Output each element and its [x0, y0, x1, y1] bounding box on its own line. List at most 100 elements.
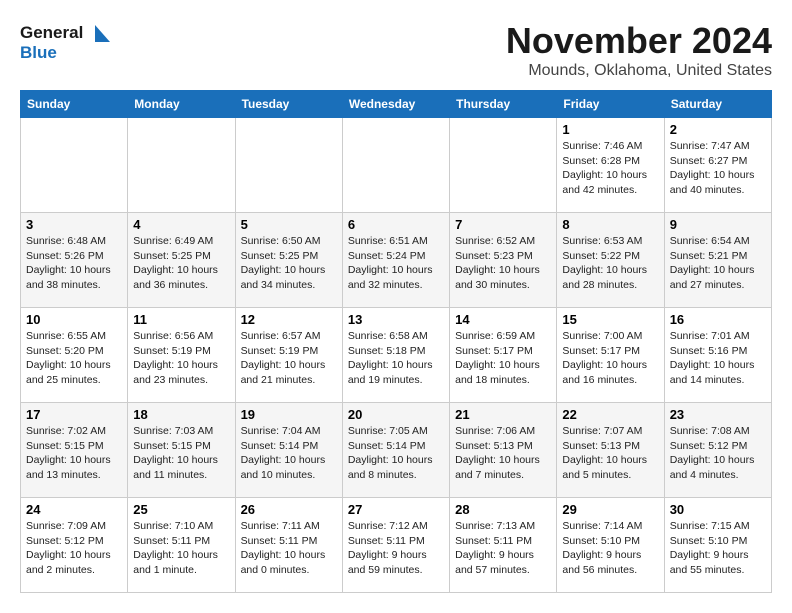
- day-number: 10: [26, 312, 122, 327]
- calendar-cell: 20 Sunrise: 7:05 AM Sunset: 5:14 PM Dayli…: [342, 403, 449, 498]
- day-info: Sunrise: 7:07 AM Sunset: 5:13 PM Dayligh…: [562, 424, 658, 483]
- calendar-cell: 13 Sunrise: 6:58 AM Sunset: 5:18 PM Dayli…: [342, 308, 449, 403]
- logo: GeneralBlue: [20, 20, 120, 64]
- calendar-cell: 11 Sunrise: 6:56 AM Sunset: 5:19 PM Dayli…: [128, 308, 235, 403]
- calendar-cell: 17Sunrise: 7:02 AM Sunset: 5:15 PM Dayli…: [21, 403, 128, 498]
- day-info: Sunrise: 7:15 AM Sunset: 5:10 PM Dayligh…: [670, 519, 766, 578]
- day-info: Sunrise: 7:09 AM Sunset: 5:12 PM Dayligh…: [26, 519, 122, 578]
- calendar-cell: 5 Sunrise: 6:50 AM Sunset: 5:25 PM Daylig…: [235, 213, 342, 308]
- day-number: 8: [562, 217, 658, 232]
- day-info: Sunrise: 6:51 AM Sunset: 5:24 PM Dayligh…: [348, 234, 444, 293]
- calendar-cell: 18Sunrise: 7:03 AM Sunset: 5:15 PM Dayli…: [128, 403, 235, 498]
- day-number: 6: [348, 217, 444, 232]
- day-number: 14: [455, 312, 551, 327]
- day-number: 19: [241, 407, 337, 422]
- day-number: 21: [455, 407, 551, 422]
- week-row-1: 1Sunrise: 7:46 AM Sunset: 6:28 PM Daylig…: [21, 118, 772, 213]
- calendar-cell: 19 Sunrise: 7:04 AM Sunset: 5:14 PM Dayli…: [235, 403, 342, 498]
- day-number: 4: [133, 217, 229, 232]
- day-number: 1: [562, 122, 658, 137]
- day-info: Sunrise: 6:57 AM Sunset: 5:19 PM Dayligh…: [241, 329, 337, 388]
- calendar-cell: 16 Sunrise: 7:01 AM Sunset: 5:16 PM Dayli…: [664, 308, 771, 403]
- calendar-cell: 7Sunrise: 6:52 AM Sunset: 5:23 PM Daylig…: [450, 213, 557, 308]
- calendar-cell: 24 Sunrise: 7:09 AM Sunset: 5:12 PM Dayli…: [21, 498, 128, 593]
- header: GeneralBlue November 2024 Mounds, Oklaho…: [20, 20, 772, 80]
- day-number: 29: [562, 502, 658, 517]
- calendar-cell: 23 Sunrise: 7:08 AM Sunset: 5:12 PM Dayli…: [664, 403, 771, 498]
- day-info: Sunrise: 6:55 AM Sunset: 5:20 PM Dayligh…: [26, 329, 122, 388]
- day-header-saturday: Saturday: [664, 91, 771, 118]
- calendar-cell: 26 Sunrise: 7:11 AM Sunset: 5:11 PM Dayli…: [235, 498, 342, 593]
- week-row-4: 17Sunrise: 7:02 AM Sunset: 5:15 PM Dayli…: [21, 403, 772, 498]
- day-info: Sunrise: 7:01 AM Sunset: 5:16 PM Dayligh…: [670, 329, 766, 388]
- calendar-table: SundayMondayTuesdayWednesdayThursdayFrid…: [20, 90, 772, 593]
- calendar-cell: 25 Sunrise: 7:10 AM Sunset: 5:11 PM Dayli…: [128, 498, 235, 593]
- day-number: 5: [241, 217, 337, 232]
- calendar-cell: [128, 118, 235, 213]
- logo-svg: GeneralBlue: [20, 20, 120, 64]
- day-info: Sunrise: 7:12 AM Sunset: 5:11 PM Dayligh…: [348, 519, 444, 578]
- calendar-cell: 30 Sunrise: 7:15 AM Sunset: 5:10 PM Dayli…: [664, 498, 771, 593]
- day-number: 24: [26, 502, 122, 517]
- day-number: 2: [670, 122, 766, 137]
- day-number: 25: [133, 502, 229, 517]
- day-header-sunday: Sunday: [21, 91, 128, 118]
- day-number: 11: [133, 312, 229, 327]
- day-header-friday: Friday: [557, 91, 664, 118]
- calendar-cell: 2 Sunrise: 7:47 AM Sunset: 6:27 PM Daylig…: [664, 118, 771, 213]
- day-info: Sunrise: 7:47 AM Sunset: 6:27 PM Dayligh…: [670, 139, 766, 198]
- calendar-cell: 14 Sunrise: 6:59 AM Sunset: 5:17 PM Dayli…: [450, 308, 557, 403]
- calendar-cell: 3 Sunrise: 6:48 AM Sunset: 5:26 PM Daylig…: [21, 213, 128, 308]
- calendar-cell: [21, 118, 128, 213]
- week-row-5: 24 Sunrise: 7:09 AM Sunset: 5:12 PM Dayli…: [21, 498, 772, 593]
- day-info: Sunrise: 7:10 AM Sunset: 5:11 PM Dayligh…: [133, 519, 229, 578]
- day-header-monday: Monday: [128, 91, 235, 118]
- day-header-wednesday: Wednesday: [342, 91, 449, 118]
- day-info: Sunrise: 7:04 AM Sunset: 5:14 PM Dayligh…: [241, 424, 337, 483]
- day-number: 30: [670, 502, 766, 517]
- calendar-cell: 4 Sunrise: 6:49 AM Sunset: 5:25 PM Daylig…: [128, 213, 235, 308]
- calendar-cell: 29Sunrise: 7:14 AM Sunset: 5:10 PM Dayli…: [557, 498, 664, 593]
- day-number: 13: [348, 312, 444, 327]
- day-info: Sunrise: 6:49 AM Sunset: 5:25 PM Dayligh…: [133, 234, 229, 293]
- day-number: 22: [562, 407, 658, 422]
- day-header-tuesday: Tuesday: [235, 91, 342, 118]
- day-info: Sunrise: 7:00 AM Sunset: 5:17 PM Dayligh…: [562, 329, 658, 388]
- calendar-cell: 9 Sunrise: 6:54 AM Sunset: 5:21 PM Daylig…: [664, 213, 771, 308]
- calendar-cell: 21 Sunrise: 7:06 AM Sunset: 5:13 PM Dayli…: [450, 403, 557, 498]
- calendar-cell: [235, 118, 342, 213]
- day-info: Sunrise: 6:58 AM Sunset: 5:18 PM Dayligh…: [348, 329, 444, 388]
- day-info: Sunrise: 7:06 AM Sunset: 5:13 PM Dayligh…: [455, 424, 551, 483]
- day-number: 15: [562, 312, 658, 327]
- calendar-cell: 28Sunrise: 7:13 AM Sunset: 5:11 PM Dayli…: [450, 498, 557, 593]
- calendar-cell: 8Sunrise: 6:53 AM Sunset: 5:22 PM Daylig…: [557, 213, 664, 308]
- svg-text:Blue: Blue: [20, 43, 57, 62]
- calendar-cell: 15 Sunrise: 7:00 AM Sunset: 5:17 PM Dayli…: [557, 308, 664, 403]
- svg-text:General: General: [20, 23, 83, 42]
- calendar-cell: [342, 118, 449, 213]
- calendar-cell: 12 Sunrise: 6:57 AM Sunset: 5:19 PM Dayli…: [235, 308, 342, 403]
- day-info: Sunrise: 7:11 AM Sunset: 5:11 PM Dayligh…: [241, 519, 337, 578]
- day-info: Sunrise: 6:54 AM Sunset: 5:21 PM Dayligh…: [670, 234, 766, 293]
- day-info: Sunrise: 6:56 AM Sunset: 5:19 PM Dayligh…: [133, 329, 229, 388]
- calendar-cell: 22 Sunrise: 7:07 AM Sunset: 5:13 PM Dayli…: [557, 403, 664, 498]
- calendar-cell: 10 Sunrise: 6:55 AM Sunset: 5:20 PM Dayli…: [21, 308, 128, 403]
- day-number: 16: [670, 312, 766, 327]
- day-number: 20: [348, 407, 444, 422]
- day-number: 28: [455, 502, 551, 517]
- day-number: 9: [670, 217, 766, 232]
- day-header-thursday: Thursday: [450, 91, 557, 118]
- day-info: Sunrise: 6:59 AM Sunset: 5:17 PM Dayligh…: [455, 329, 551, 388]
- day-info: Sunrise: 7:08 AM Sunset: 5:12 PM Dayligh…: [670, 424, 766, 483]
- day-number: 27: [348, 502, 444, 517]
- day-number: 7: [455, 217, 551, 232]
- day-info: Sunrise: 6:48 AM Sunset: 5:26 PM Dayligh…: [26, 234, 122, 293]
- day-number: 3: [26, 217, 122, 232]
- day-number: 26: [241, 502, 337, 517]
- day-info: Sunrise: 7:05 AM Sunset: 5:14 PM Dayligh…: [348, 424, 444, 483]
- day-info: Sunrise: 7:03 AM Sunset: 5:15 PM Dayligh…: [133, 424, 229, 483]
- calendar-cell: 1Sunrise: 7:46 AM Sunset: 6:28 PM Daylig…: [557, 118, 664, 213]
- day-number: 12: [241, 312, 337, 327]
- day-info: Sunrise: 6:50 AM Sunset: 5:25 PM Dayligh…: [241, 234, 337, 293]
- day-number: 23: [670, 407, 766, 422]
